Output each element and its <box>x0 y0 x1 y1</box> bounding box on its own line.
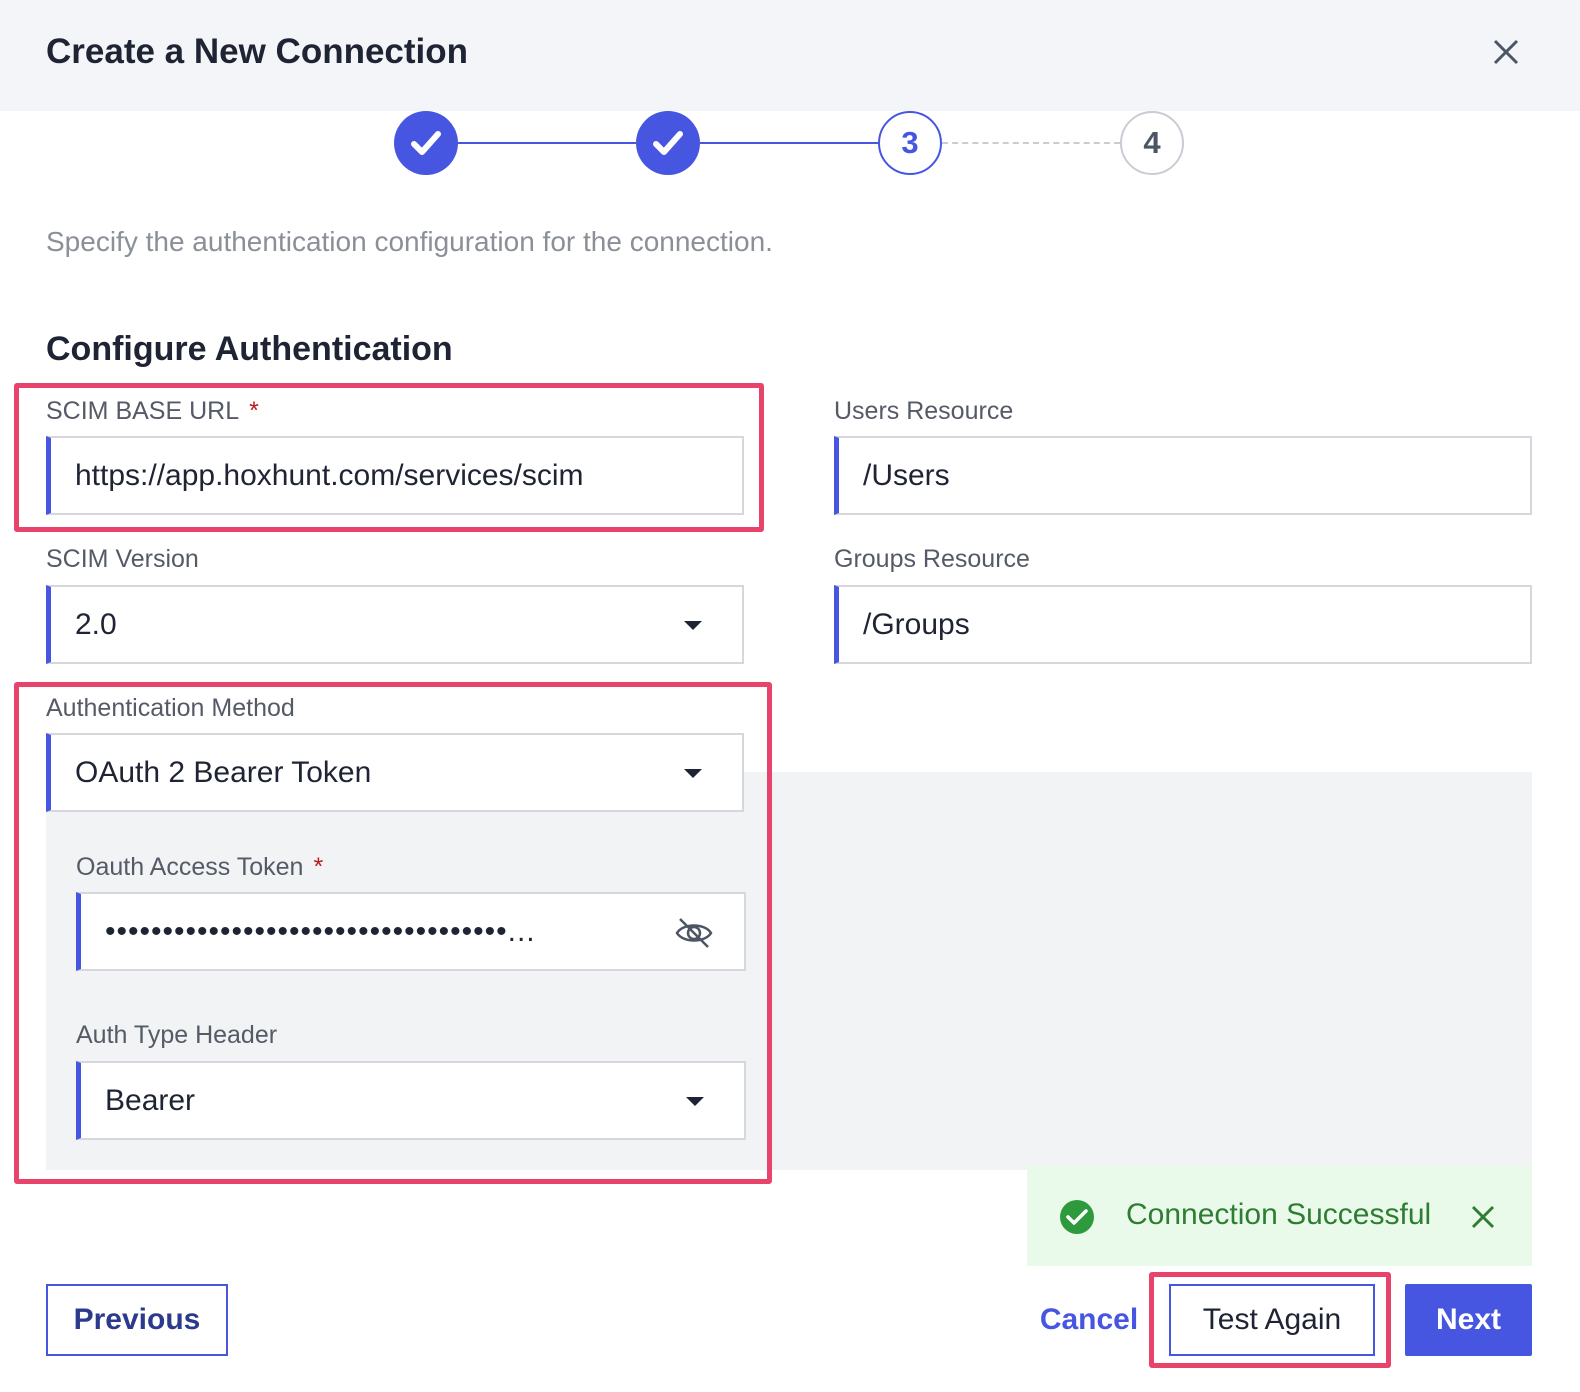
stepper-connector-2 <box>700 142 878 144</box>
stepper-connector-1 <box>458 142 636 144</box>
next-button[interactable]: Next <box>1405 1284 1532 1356</box>
auth-method-select[interactable]: OAuth 2 Bearer Token <box>46 733 744 812</box>
section-title: Configure Authentication <box>46 330 453 368</box>
scim-version-select[interactable]: 2.0 <box>46 585 744 664</box>
scim-base-url-label: SCIM BASE URL * <box>46 397 259 425</box>
close-icon[interactable] <box>1488 34 1524 70</box>
step-4-pending: 4 <box>1120 111 1184 175</box>
toast-message: Connection Successful <box>1126 1198 1432 1231</box>
users-resource-value: /Users <box>863 458 950 492</box>
step-3-current: 3 <box>878 111 942 175</box>
scim-base-url-value: https://app.hoxhunt.com/services/scim <box>75 458 584 492</box>
eye-off-icon[interactable] <box>674 916 714 950</box>
groups-resource-value: /Groups <box>863 607 970 641</box>
scim-base-url-input[interactable]: https://app.hoxhunt.com/services/scim <box>46 436 744 515</box>
auth-type-header-select[interactable]: Bearer <box>76 1061 746 1140</box>
chevron-down-icon <box>686 1097 704 1106</box>
previous-button[interactable]: Previous <box>46 1284 228 1356</box>
step-2-complete <box>636 111 700 175</box>
modal-title: Create a New Connection <box>46 32 469 71</box>
stepper-connector-3 <box>942 142 1120 144</box>
step-1-complete <box>394 111 458 175</box>
users-resource-input[interactable]: /Users <box>834 436 1532 515</box>
auth-method-label: Authentication Method <box>46 694 295 722</box>
check-icon <box>653 131 683 155</box>
step-description: Specify the authentication configuration… <box>46 226 773 257</box>
oauth-token-input[interactable]: •••••••••••••••••••••••••••••••••••... <box>76 892 746 971</box>
check-circle-icon <box>1060 1200 1094 1234</box>
oauth-token-label: Oauth Access Token * <box>76 853 324 881</box>
cancel-button[interactable]: Cancel <box>1040 1284 1138 1356</box>
check-icon <box>411 131 441 155</box>
scim-version-label: SCIM Version <box>46 545 199 573</box>
auth-method-value: OAuth 2 Bearer Token <box>75 755 372 789</box>
modal-header: Create a New Connection <box>0 0 1580 111</box>
chevron-down-icon <box>684 769 702 778</box>
groups-resource-label: Groups Resource <box>834 545 1030 573</box>
test-again-button[interactable]: Test Again <box>1169 1284 1375 1356</box>
close-icon[interactable] <box>1468 1202 1498 1232</box>
auth-type-header-value: Bearer <box>105 1083 196 1117</box>
required-asterisk: * <box>313 853 324 881</box>
chevron-down-icon <box>684 621 702 630</box>
scim-version-value: 2.0 <box>75 607 117 641</box>
groups-resource-input[interactable]: /Groups <box>834 585 1532 664</box>
required-asterisk: * <box>249 397 259 425</box>
auth-type-header-label: Auth Type Header <box>76 1021 278 1049</box>
oauth-token-value: •••••••••••••••••••••••••••••••••••... <box>105 914 536 948</box>
users-resource-label: Users Resource <box>834 397 1014 425</box>
